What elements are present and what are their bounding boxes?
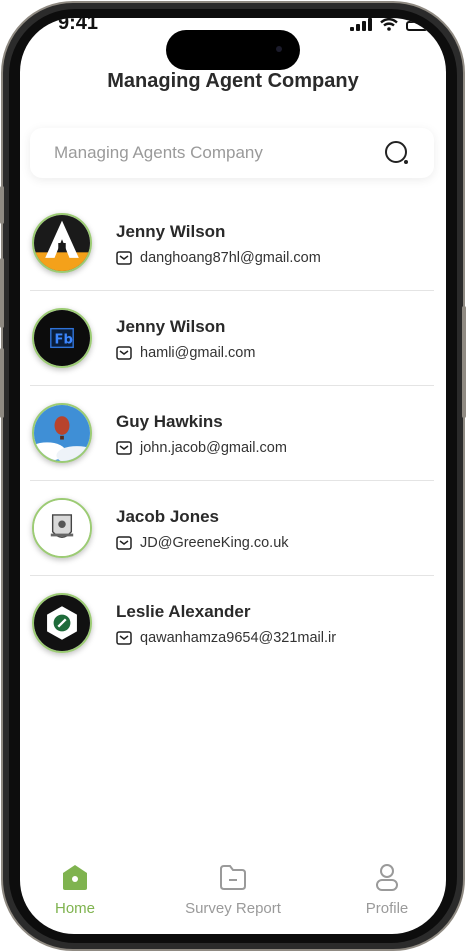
wifi-icon (380, 18, 398, 31)
avatar (32, 403, 92, 463)
power-button (462, 306, 466, 418)
tab-survey-report[interactable]: Survey Report (178, 862, 288, 917)
tab-label: Home (54, 900, 95, 917)
mail-icon (116, 441, 132, 455)
email-row: JD@GreeneKing.co.uk (116, 535, 289, 551)
mail-icon (116, 631, 132, 645)
email-row: hamli@gmail.com (116, 345, 255, 361)
search-icon[interactable] (384, 140, 410, 166)
search-input[interactable] (54, 128, 354, 178)
tab-profile[interactable]: Profile (332, 862, 442, 917)
agent-name: Jenny Wilson (116, 317, 226, 336)
agent-email: JD@GreeneKing.co.uk (140, 535, 289, 551)
tab-label: Survey Report (185, 900, 281, 917)
avatar (32, 593, 92, 653)
search-bar[interactable] (30, 128, 434, 178)
hexagon-logo-icon (34, 595, 90, 651)
mail-icon (116, 536, 132, 550)
list-item[interactable]: Fb Jenny Wilson hamli@gmail.com (30, 291, 434, 386)
letter-a-logo-icon (34, 215, 90, 271)
action-button (0, 186, 4, 224)
tab-bar: Home Survey Report Profile (20, 854, 446, 934)
hot-air-balloon-icon (34, 405, 90, 461)
agent-name: Leslie Alexander (116, 602, 251, 621)
agent-name: Jacob Jones (116, 507, 219, 526)
home-icon (63, 865, 87, 890)
list-item[interactable]: Guy Hawkins john.jacob@gmail.com (30, 386, 434, 481)
avatar: Fb (32, 308, 92, 368)
app-screen: 9:41 Managing Agent Company Managing Age… (20, 18, 446, 934)
signal-icon (350, 18, 372, 31)
agent-email: danghoang87hl@gmail.com (140, 250, 321, 266)
volume-up-button (0, 258, 4, 328)
agent-name: Jenny Wilson (116, 222, 226, 241)
folder-icon (220, 865, 246, 890)
agent-email: hamli@gmail.com (140, 345, 256, 361)
battery-icon (406, 21, 428, 31)
email-row: qawanhamza9654@321mail.ir (116, 630, 336, 646)
page-title: Managing Agent Company (107, 70, 359, 92)
list-item[interactable]: Jacob Jones JD@GreeneKing.co.uk (30, 481, 434, 576)
avatar (32, 498, 92, 558)
status-time: 9:41 (58, 18, 99, 34)
list-item[interactable]: Jenny Wilson danghoang87hl@gmail.com (30, 196, 434, 291)
avatar (32, 213, 92, 273)
agent-email: qawanhamza9654@321mail.ir (140, 630, 337, 646)
camera-dot (276, 46, 282, 52)
agent-email: john.jacob@gmail.com (140, 440, 287, 456)
crest-logo-icon (34, 500, 90, 556)
status-icons (350, 18, 428, 31)
email-row: john.jacob@gmail.com (116, 440, 287, 456)
mail-icon (116, 346, 132, 360)
profile-icon (376, 864, 398, 891)
dynamic-island (166, 30, 300, 70)
agent-list: Jenny Wilson danghoang87hl@gmail.com Fb … (30, 196, 434, 671)
email-row: danghoang87hl@gmail.com (116, 250, 321, 266)
fb-logo-icon: Fb (34, 310, 90, 366)
mail-icon (116, 251, 132, 265)
volume-down-button (0, 348, 4, 418)
list-item[interactable]: Leslie Alexander qawanhamza9654@321mail.… (30, 576, 434, 671)
tab-label: Profile (365, 900, 409, 917)
tab-home[interactable]: Home (20, 862, 130, 917)
agent-name: Guy Hawkins (116, 412, 223, 431)
svg-text:Fb: Fb (55, 333, 73, 348)
